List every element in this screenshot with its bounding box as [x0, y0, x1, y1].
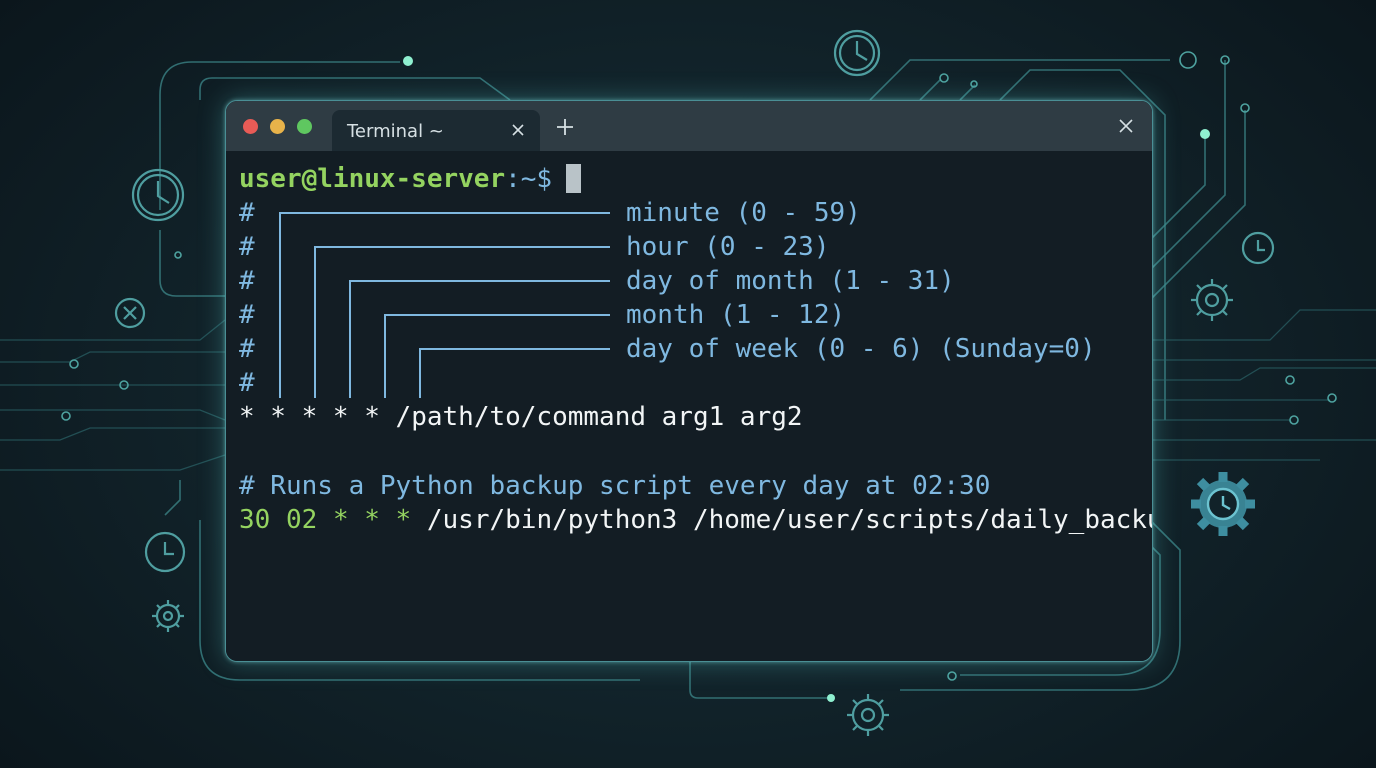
close-icon[interactable]: [510, 122, 526, 138]
clock-icon: [1241, 231, 1275, 265]
title-bar: Terminal ~: [226, 101, 1152, 152]
gear-icon: [1191, 279, 1233, 321]
example-minute: 30: [239, 505, 271, 535]
syntax-command: /path/to/command arg1 arg2: [395, 402, 803, 432]
text-cursor: [566, 164, 582, 193]
example-comment: # Runs a Python backup script every day …: [239, 471, 991, 501]
terminal-content[interactable]: user@linux-server:~$ # # # # # # minute …: [226, 151, 1152, 661]
terminal-window: Terminal ~ user@linux-server:~$ # # # # …: [225, 100, 1153, 662]
comment-hash: #: [239, 232, 255, 262]
clock-icon: [833, 29, 881, 77]
close-icon[interactable]: [1118, 118, 1134, 134]
gear-icon: [152, 600, 184, 632]
tab-title: Terminal ~: [347, 121, 444, 142]
gear-icon: [1191, 472, 1255, 536]
field-label-minute: minute (0 - 59): [626, 198, 861, 228]
close-circle-icon: [114, 297, 146, 329]
comment-hash: #: [239, 198, 255, 228]
example-hour: 02: [285, 505, 318, 535]
prompt-line: user@linux-server:~$: [239, 164, 582, 194]
plus-icon[interactable]: [555, 117, 575, 137]
close-window-button[interactable]: [243, 119, 258, 134]
gear-icon: [847, 694, 889, 736]
comment-hash: #: [239, 266, 255, 296]
example-cron-line: 30 02 * * * /usr/bin/python3 /home/user/…: [239, 505, 1153, 535]
comment-hash: #: [239, 334, 255, 364]
example-stars: * * *: [332, 505, 412, 535]
schedule-stars: * * * * *: [239, 402, 380, 432]
example-command: /usr/bin/python3 /home/user/scripts/dail…: [426, 505, 1153, 535]
field-label-day-of-week: day of week (0 - 6) (Sunday=0): [626, 334, 1096, 364]
minimize-window-button[interactable]: [270, 119, 285, 134]
comment-hash: #: [239, 300, 255, 330]
field-label-hour: hour (0 - 23): [626, 232, 830, 262]
field-label-day-of-month: day of month (1 - 31): [626, 266, 955, 296]
maximize-window-button[interactable]: [297, 119, 312, 134]
syntax-line: * * * * * /path/to/command arg1 arg2: [239, 402, 803, 432]
clock-icon: [144, 531, 186, 573]
field-label-month: month (1 - 12): [626, 300, 846, 330]
comment-hash: #: [239, 368, 255, 398]
prompt-user: user@linux-server: [239, 164, 506, 194]
tab-terminal[interactable]: Terminal ~: [332, 110, 540, 152]
background-scene: Terminal ~ user@linux-server:~$ # # # # …: [0, 0, 1376, 768]
clock-icon: [131, 168, 185, 222]
prompt-path: :~$: [505, 164, 553, 194]
